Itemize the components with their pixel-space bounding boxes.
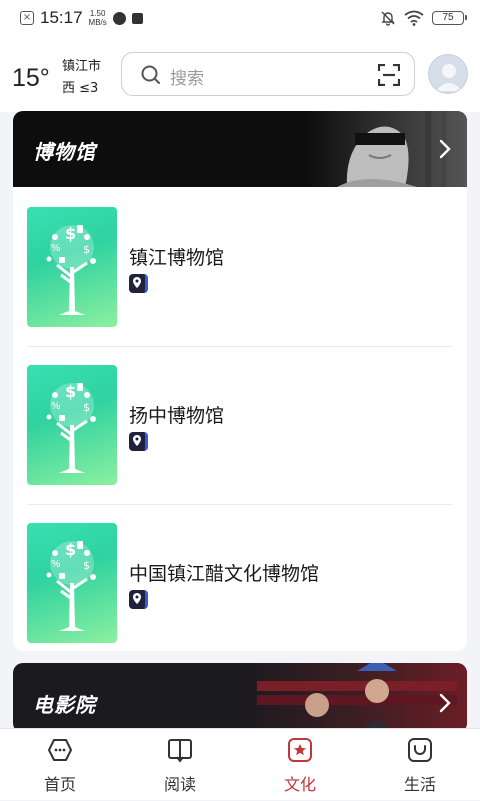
search-placeholder: 搜索 — [170, 69, 204, 89]
museum-banner[interactable]: 博物馆 — [13, 111, 467, 187]
list-item[interactable]: $ % $ 扬中博物馆 — [27, 365, 453, 485]
cinema-section: 电影院 — [13, 663, 467, 733]
museum-thumbnail: $ % $ — [27, 207, 117, 327]
museum-section: 博物馆 $ % $ 镇江博物馆 $ % $ 扬中博物馆 $ % $ 中国镇江醋文… — [13, 111, 467, 651]
network-speed-unit: MB/s — [88, 18, 107, 27]
weather-temperature: 15° — [12, 64, 50, 92]
wifi-icon — [404, 10, 424, 26]
search-icon — [141, 65, 160, 84]
list-item[interactable]: $ % $ 镇江博物馆 — [27, 207, 453, 327]
location-pin-icon[interactable] — [129, 432, 148, 451]
scan-icon[interactable] — [378, 64, 400, 86]
book-icon — [168, 739, 192, 763]
app-notification-icon — [112, 11, 126, 25]
cinema-banner-image — [237, 663, 467, 733]
chevron-right-icon — [439, 139, 451, 159]
network-speed: 1.50 MB/s — [89, 9, 107, 27]
user-avatar-icon — [436, 64, 462, 91]
location-pin-icon[interactable] — [129, 274, 148, 293]
weather-wind: 西 ≤3 — [62, 81, 99, 96]
svg-text:%: % — [51, 559, 61, 570]
museum-thumbnail: $ % $ — [27, 365, 117, 485]
museum-section-title: 博物馆 — [33, 140, 96, 164]
svg-text:%: % — [51, 401, 61, 412]
bottom-tab-bar: 首页 阅读 文化 生活 — [0, 728, 480, 800]
svg-text:$: $ — [65, 382, 76, 401]
battery-indicator: 75 — [432, 11, 467, 25]
svg-text:$: $ — [83, 401, 90, 414]
tab-label: 阅读 — [163, 775, 196, 794]
svg-text:$: $ — [83, 243, 90, 256]
status-time: 15:17 — [40, 8, 83, 27]
tab-label: 首页 — [43, 775, 76, 794]
weather-city[interactable]: 镇江市 — [62, 58, 101, 76]
tab-life[interactable]: 生活 — [360, 729, 480, 801]
top-header: 15° 镇江市 西 ≤3 搜索 — [0, 36, 480, 112]
museum-thumbnail: $ % $ — [27, 523, 117, 643]
culture-star-icon — [288, 738, 312, 762]
money-tree-icon: $ % $ — [46, 540, 96, 631]
list-divider — [27, 504, 453, 505]
chevron-right-icon — [439, 693, 451, 713]
tab-culture[interactable]: 文化 — [240, 729, 360, 801]
museum-name: 中国镇江醋文化博物馆 — [129, 563, 320, 585]
user-avatar[interactable] — [428, 54, 468, 94]
svg-text:%: % — [51, 243, 61, 254]
tab-label: 文化 — [283, 775, 316, 794]
list-item[interactable]: $ % $ 中国镇江醋文化博物馆 — [27, 523, 453, 643]
money-tree-icon: $ % $ — [46, 224, 96, 315]
home-icon — [48, 739, 72, 761]
museum-name: 扬中博物馆 — [129, 405, 225, 427]
life-bag-icon — [408, 738, 432, 762]
mute-bell-icon — [381, 11, 395, 26]
network-speed-value: 1.50 — [89, 9, 106, 18]
cinema-section-title: 电影院 — [33, 693, 96, 717]
svg-text:$: $ — [65, 540, 76, 559]
status-bar: × 15:17 1.50 MB/s 75 — [0, 0, 480, 36]
svg-text:$: $ — [83, 559, 90, 572]
tab-home[interactable]: 首页 — [0, 729, 120, 801]
app-notification-square-icon — [131, 12, 143, 24]
tab-reading[interactable]: 阅读 — [120, 729, 240, 801]
tab-label: 生活 — [403, 775, 436, 794]
notification-close-icon: × — [20, 11, 34, 25]
svg-text:$: $ — [65, 224, 76, 243]
museum-name: 镇江博物馆 — [129, 247, 225, 269]
list-divider — [27, 346, 453, 347]
location-pin-icon[interactable] — [129, 590, 148, 609]
money-tree-icon: $ % $ — [46, 382, 96, 473]
cinema-banner[interactable]: 电影院 — [13, 663, 467, 733]
search-bar[interactable]: 搜索 — [121, 52, 415, 96]
